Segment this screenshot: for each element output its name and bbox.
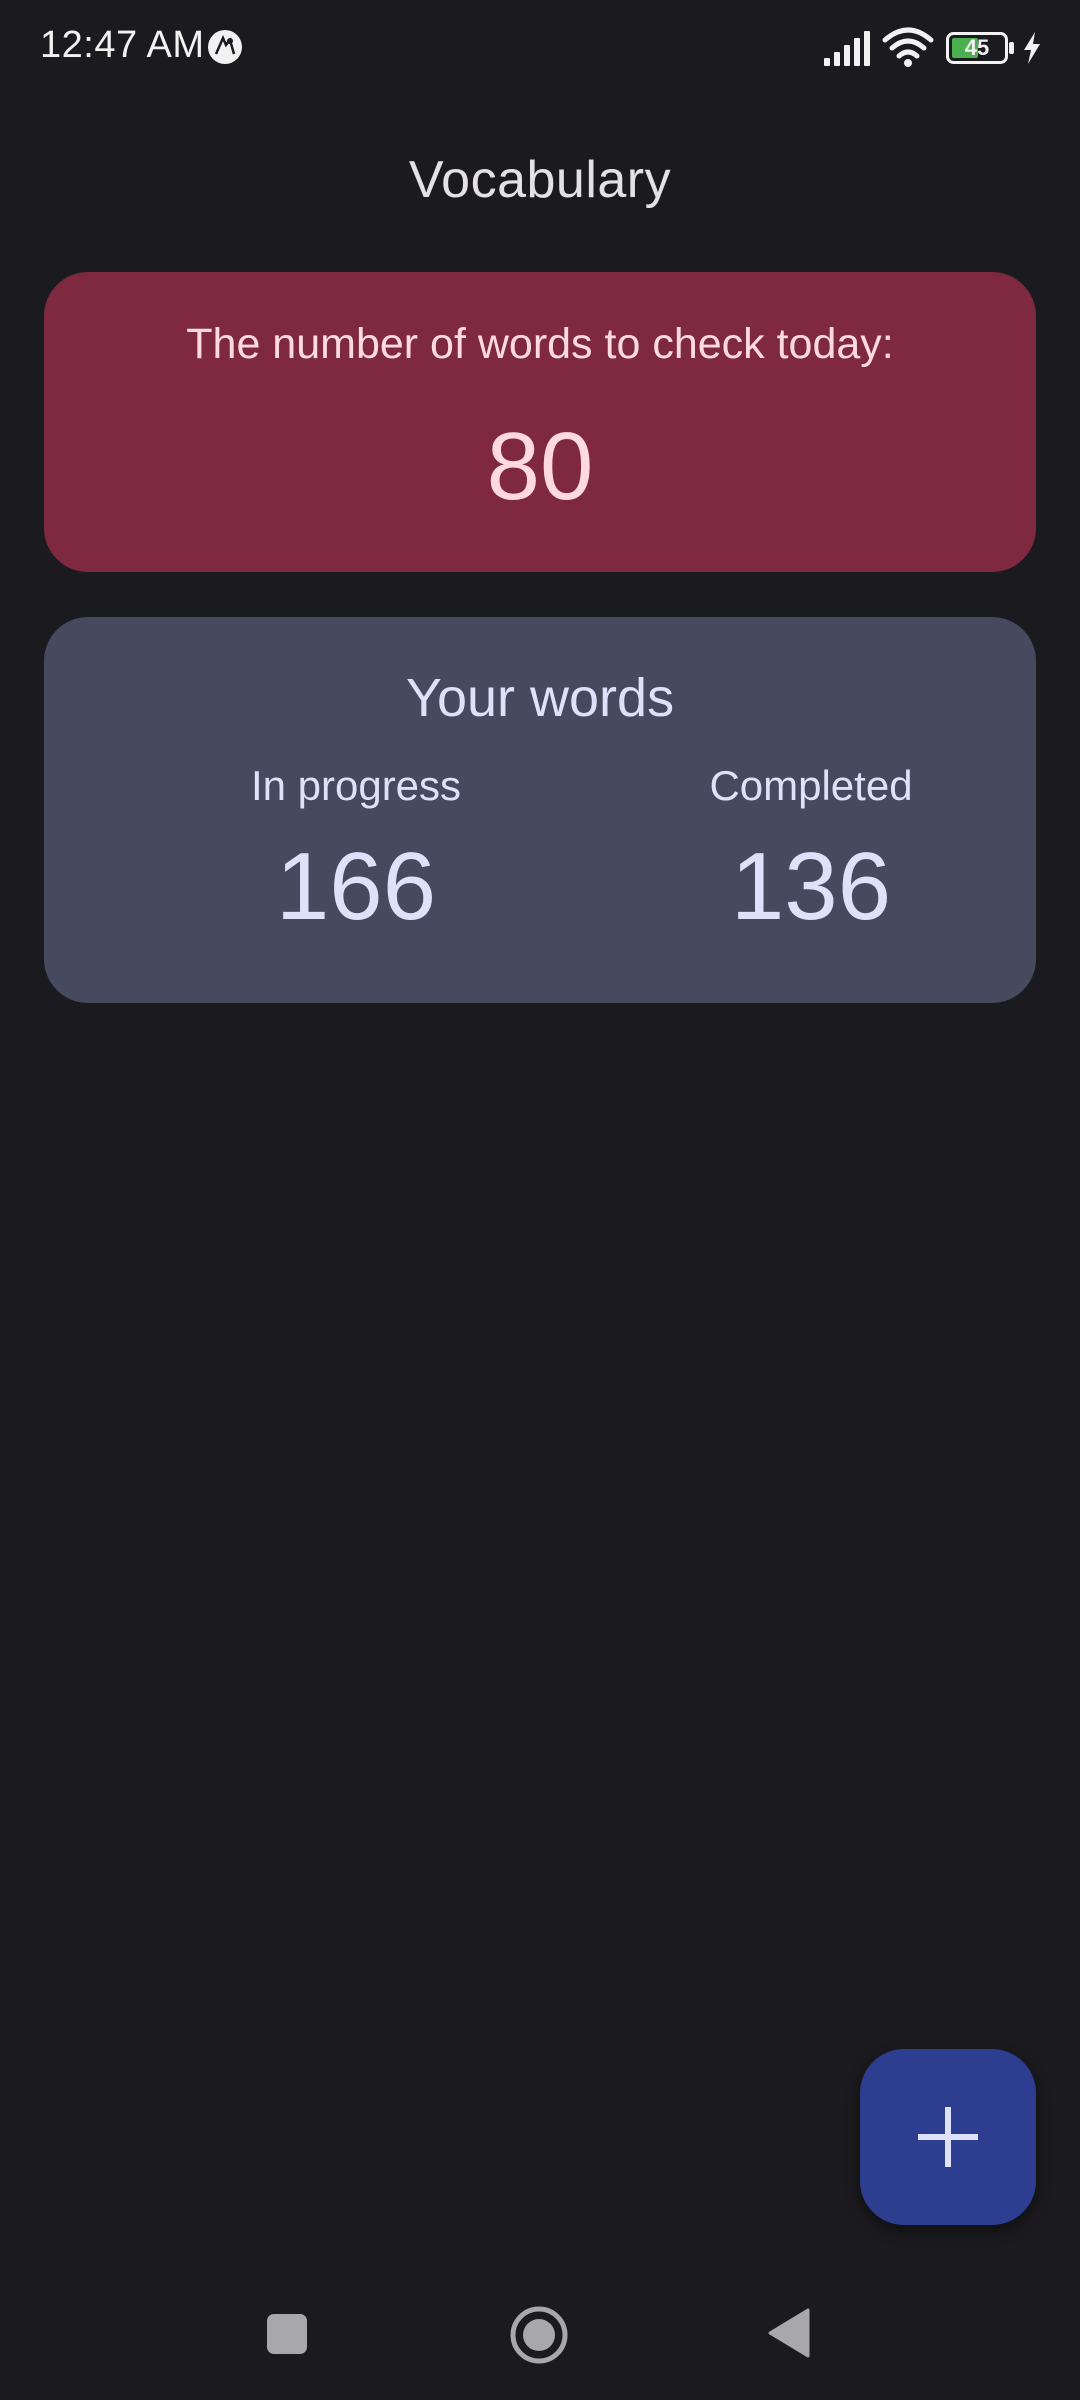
words-to-check-count: 80 <box>486 413 594 520</box>
signal-icon <box>824 31 870 66</box>
your-words-title: Your words <box>405 668 675 728</box>
completed-stat: Completed 136 <box>641 762 981 942</box>
completed-label: Completed <box>709 762 913 809</box>
home-icon[interactable] <box>510 2306 568 2364</box>
in-progress-stat: In progress 166 <box>186 762 526 942</box>
add-word-button[interactable] <box>860 2049 1036 2225</box>
back-icon[interactable] <box>768 2308 812 2358</box>
battery-level: 45 <box>964 35 990 60</box>
completed-count: 136 <box>730 833 892 940</box>
page-title: Vocabulary <box>408 151 672 209</box>
in-progress-label: In progress <box>250 762 462 809</box>
in-progress-count: 166 <box>275 833 437 940</box>
status-bar: 12:47 AM 45 <box>0 0 1080 96</box>
recent-apps-icon[interactable] <box>267 2314 307 2354</box>
plus-icon <box>918 2107 978 2167</box>
wifi-icon <box>882 27 934 67</box>
charging-icon <box>1024 32 1040 64</box>
words-to-check-label: The number of words to check today: <box>186 320 894 368</box>
status-time: 12:47 AM <box>40 24 205 66</box>
your-words-card[interactable]: Your words In progress 166 Completed 136 <box>44 617 1036 1003</box>
app-notification-icon <box>208 30 242 64</box>
vocabulary-screen: 12:47 AM 45 Vocabulary The number of wor… <box>0 0 1080 2400</box>
words-to-check-card[interactable]: The number of words to check today: 80 <box>44 272 1036 572</box>
battery-icon: 45 <box>946 32 1016 64</box>
